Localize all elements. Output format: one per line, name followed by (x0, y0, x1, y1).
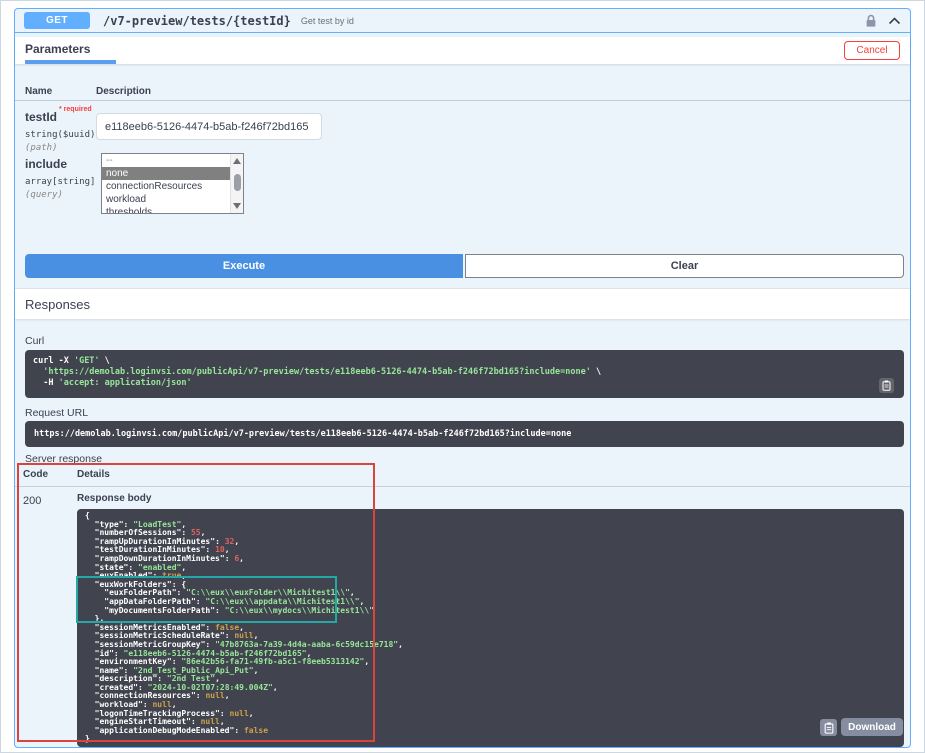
param-row-include: include array[string] (query) (25, 155, 95, 200)
tab-parameters: Parameters (25, 37, 116, 64)
response-copy-button[interactable] (820, 719, 837, 736)
testid-input[interactable] (96, 113, 322, 140)
http-method-badge: GET (24, 12, 90, 29)
curl-label: Curl (25, 335, 44, 347)
listbox-scrollbar[interactable] (230, 154, 243, 213)
collapse-button[interactable] (888, 17, 901, 25)
parameters-section-header: Parameters Cancel (15, 37, 910, 64)
column-header-name: Name (25, 86, 52, 97)
param-location: (path) (25, 143, 95, 153)
details-column-header: Details (77, 469, 110, 480)
include-option[interactable]: workload (102, 193, 243, 206)
response-body-label: Response body (77, 493, 151, 504)
scroll-up-icon[interactable] (233, 158, 241, 164)
opblock-summary[interactable]: GET /v7-preview/tests/{testId} Get test … (15, 9, 910, 33)
include-options-list: --noneconnectionResourcesworkloadthresho… (102, 154, 243, 214)
curl-command-block: curl -X 'GET' \ 'https://demolab.loginvs… (25, 350, 904, 398)
swagger-ui-page: GET /v7-preview/tests/{testId} Get test … (0, 0, 925, 753)
param-type: array[string] (25, 177, 95, 187)
cancel-button[interactable]: Cancel (844, 41, 900, 60)
code-column-header: Code (23, 469, 48, 480)
column-header-description: Description (96, 86, 151, 97)
clipboard-icon (882, 380, 891, 391)
download-button[interactable]: Download (841, 718, 903, 736)
include-listbox[interactable]: --noneconnectionResourcesworkloadthresho… (101, 153, 244, 214)
include-option[interactable]: thresholds (102, 206, 243, 214)
response-table-divider (15, 486, 910, 487)
opblock-get: GET /v7-preview/tests/{testId} Get test … (14, 8, 911, 748)
include-option[interactable]: connectionResources (102, 180, 243, 193)
execute-button[interactable]: Execute (25, 254, 463, 278)
include-option[interactable]: -- (102, 154, 243, 167)
authorize-lock-button[interactable] (865, 14, 877, 28)
lock-icon (865, 14, 877, 28)
response-json: { "type": "LoadTest", "numberOfSessions"… (85, 512, 898, 744)
param-name: include (25, 157, 67, 171)
server-response-label: Server response (25, 453, 102, 465)
clear-button[interactable]: Clear (465, 254, 904, 278)
request-url-label: Request URL (25, 407, 88, 419)
param-location: (query) (25, 190, 95, 200)
response-body-block: { "type": "LoadTest", "numberOfSessions"… (77, 509, 904, 747)
curl-command: curl -X 'GET' \ 'https://demolab.loginvs… (33, 356, 896, 389)
param-row-testid: testId* required string($uuid) (path) (25, 108, 95, 153)
endpoint-path: /v7-preview/tests/{testId} (103, 14, 291, 28)
scroll-thumb[interactable] (234, 174, 241, 191)
responses-title: Responses (25, 297, 90, 312)
required-badge: * required (59, 106, 92, 113)
scroll-down-icon[interactable] (233, 203, 241, 209)
curl-copy-button[interactable] (879, 378, 894, 393)
responses-section-header: Responses (15, 289, 910, 319)
param-name: testId (25, 110, 57, 124)
chevron-up-icon (888, 17, 901, 25)
clipboard-icon (824, 722, 834, 734)
endpoint-summary: Get test by id (301, 16, 354, 26)
param-type: string($uuid) (25, 130, 95, 140)
request-url-block: https://demolab.loginvsi.com/publicApi/v… (25, 421, 904, 447)
status-code: 200 (23, 495, 41, 507)
table-header-divider (15, 100, 910, 101)
include-option[interactable]: none (102, 167, 243, 180)
